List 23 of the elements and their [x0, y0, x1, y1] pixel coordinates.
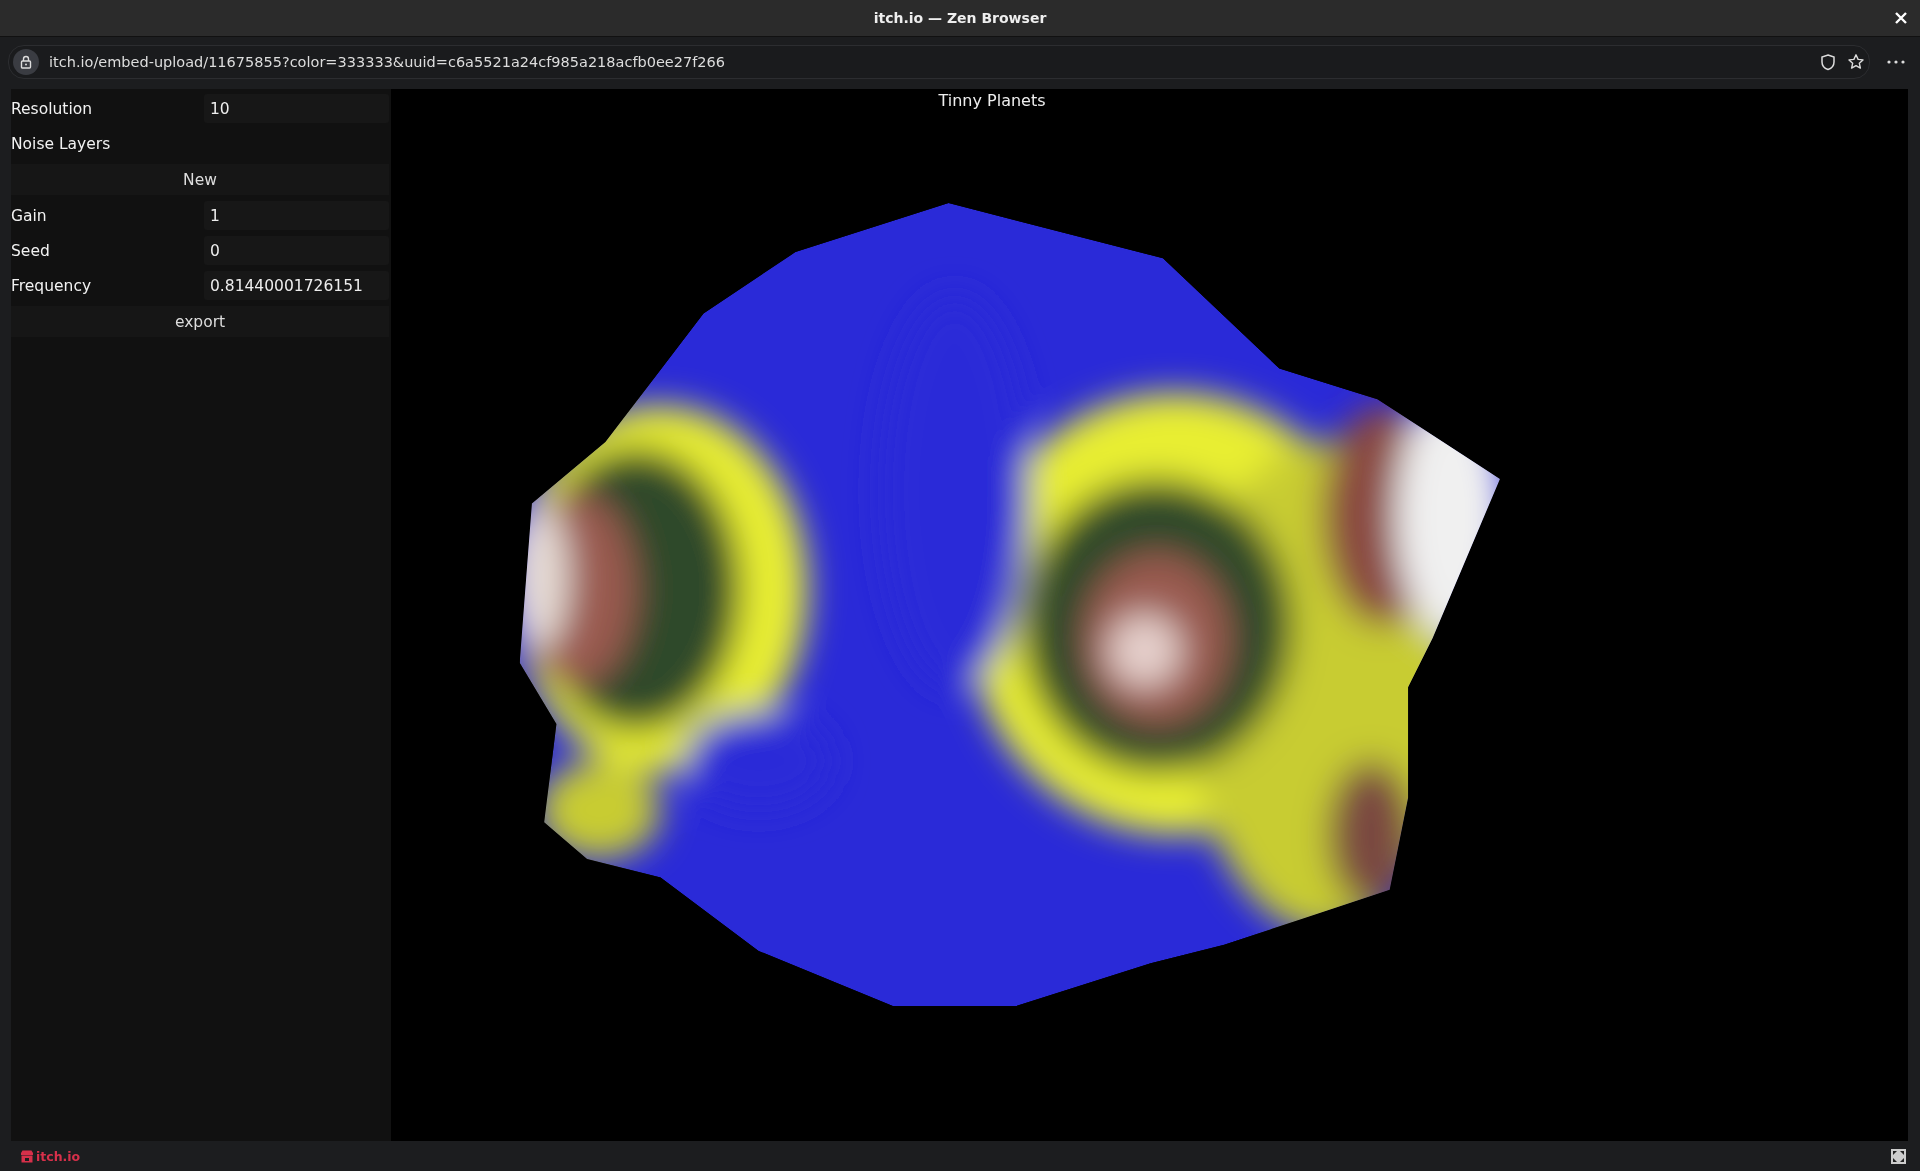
canvas-title: Tinny Planets — [938, 91, 1046, 110]
star-icon[interactable] — [1847, 53, 1865, 71]
window-title: itch.io — Zen Browser — [873, 10, 1047, 26]
lock-icon[interactable] — [13, 49, 39, 75]
brand-link[interactable]: itch.io — [36, 1149, 81, 1164]
field-label: Seed — [11, 241, 51, 260]
menu-icon[interactable] — [1886, 59, 1906, 65]
input-field[interactable]: 1 — [204, 201, 389, 230]
action-button[interactable]: export — [11, 306, 389, 337]
fullscreen-icon[interactable] — [1891, 1149, 1906, 1164]
input-field[interactable]: 0.81440001726151 — [204, 271, 389, 300]
url-text: itch.io/embed-upload/11675855?color=333333&uuid=c6a5521a24cf985a218acfb0ee27f266 — [49, 54, 727, 70]
action-button[interactable]: New — [11, 164, 389, 195]
section-heading: Noise Layers — [11, 134, 112, 153]
field-label: Gain — [11, 206, 48, 225]
field-label: Frequency — [11, 276, 93, 295]
address-bar[interactable]: itch.io/embed-upload/11675855?color=333333&uuid=c6a5521a24cf985a218acfb0ee27f266 — [8, 45, 1870, 79]
field-label: Resolution — [11, 99, 93, 118]
shield-icon[interactable] — [1819, 53, 1837, 71]
input-field[interactable]: 10 — [204, 94, 389, 123]
close-icon[interactable] — [1894, 11, 1908, 25]
logo-icon[interactable] — [20, 1150, 34, 1163]
input-field[interactable]: 0 — [204, 236, 389, 265]
